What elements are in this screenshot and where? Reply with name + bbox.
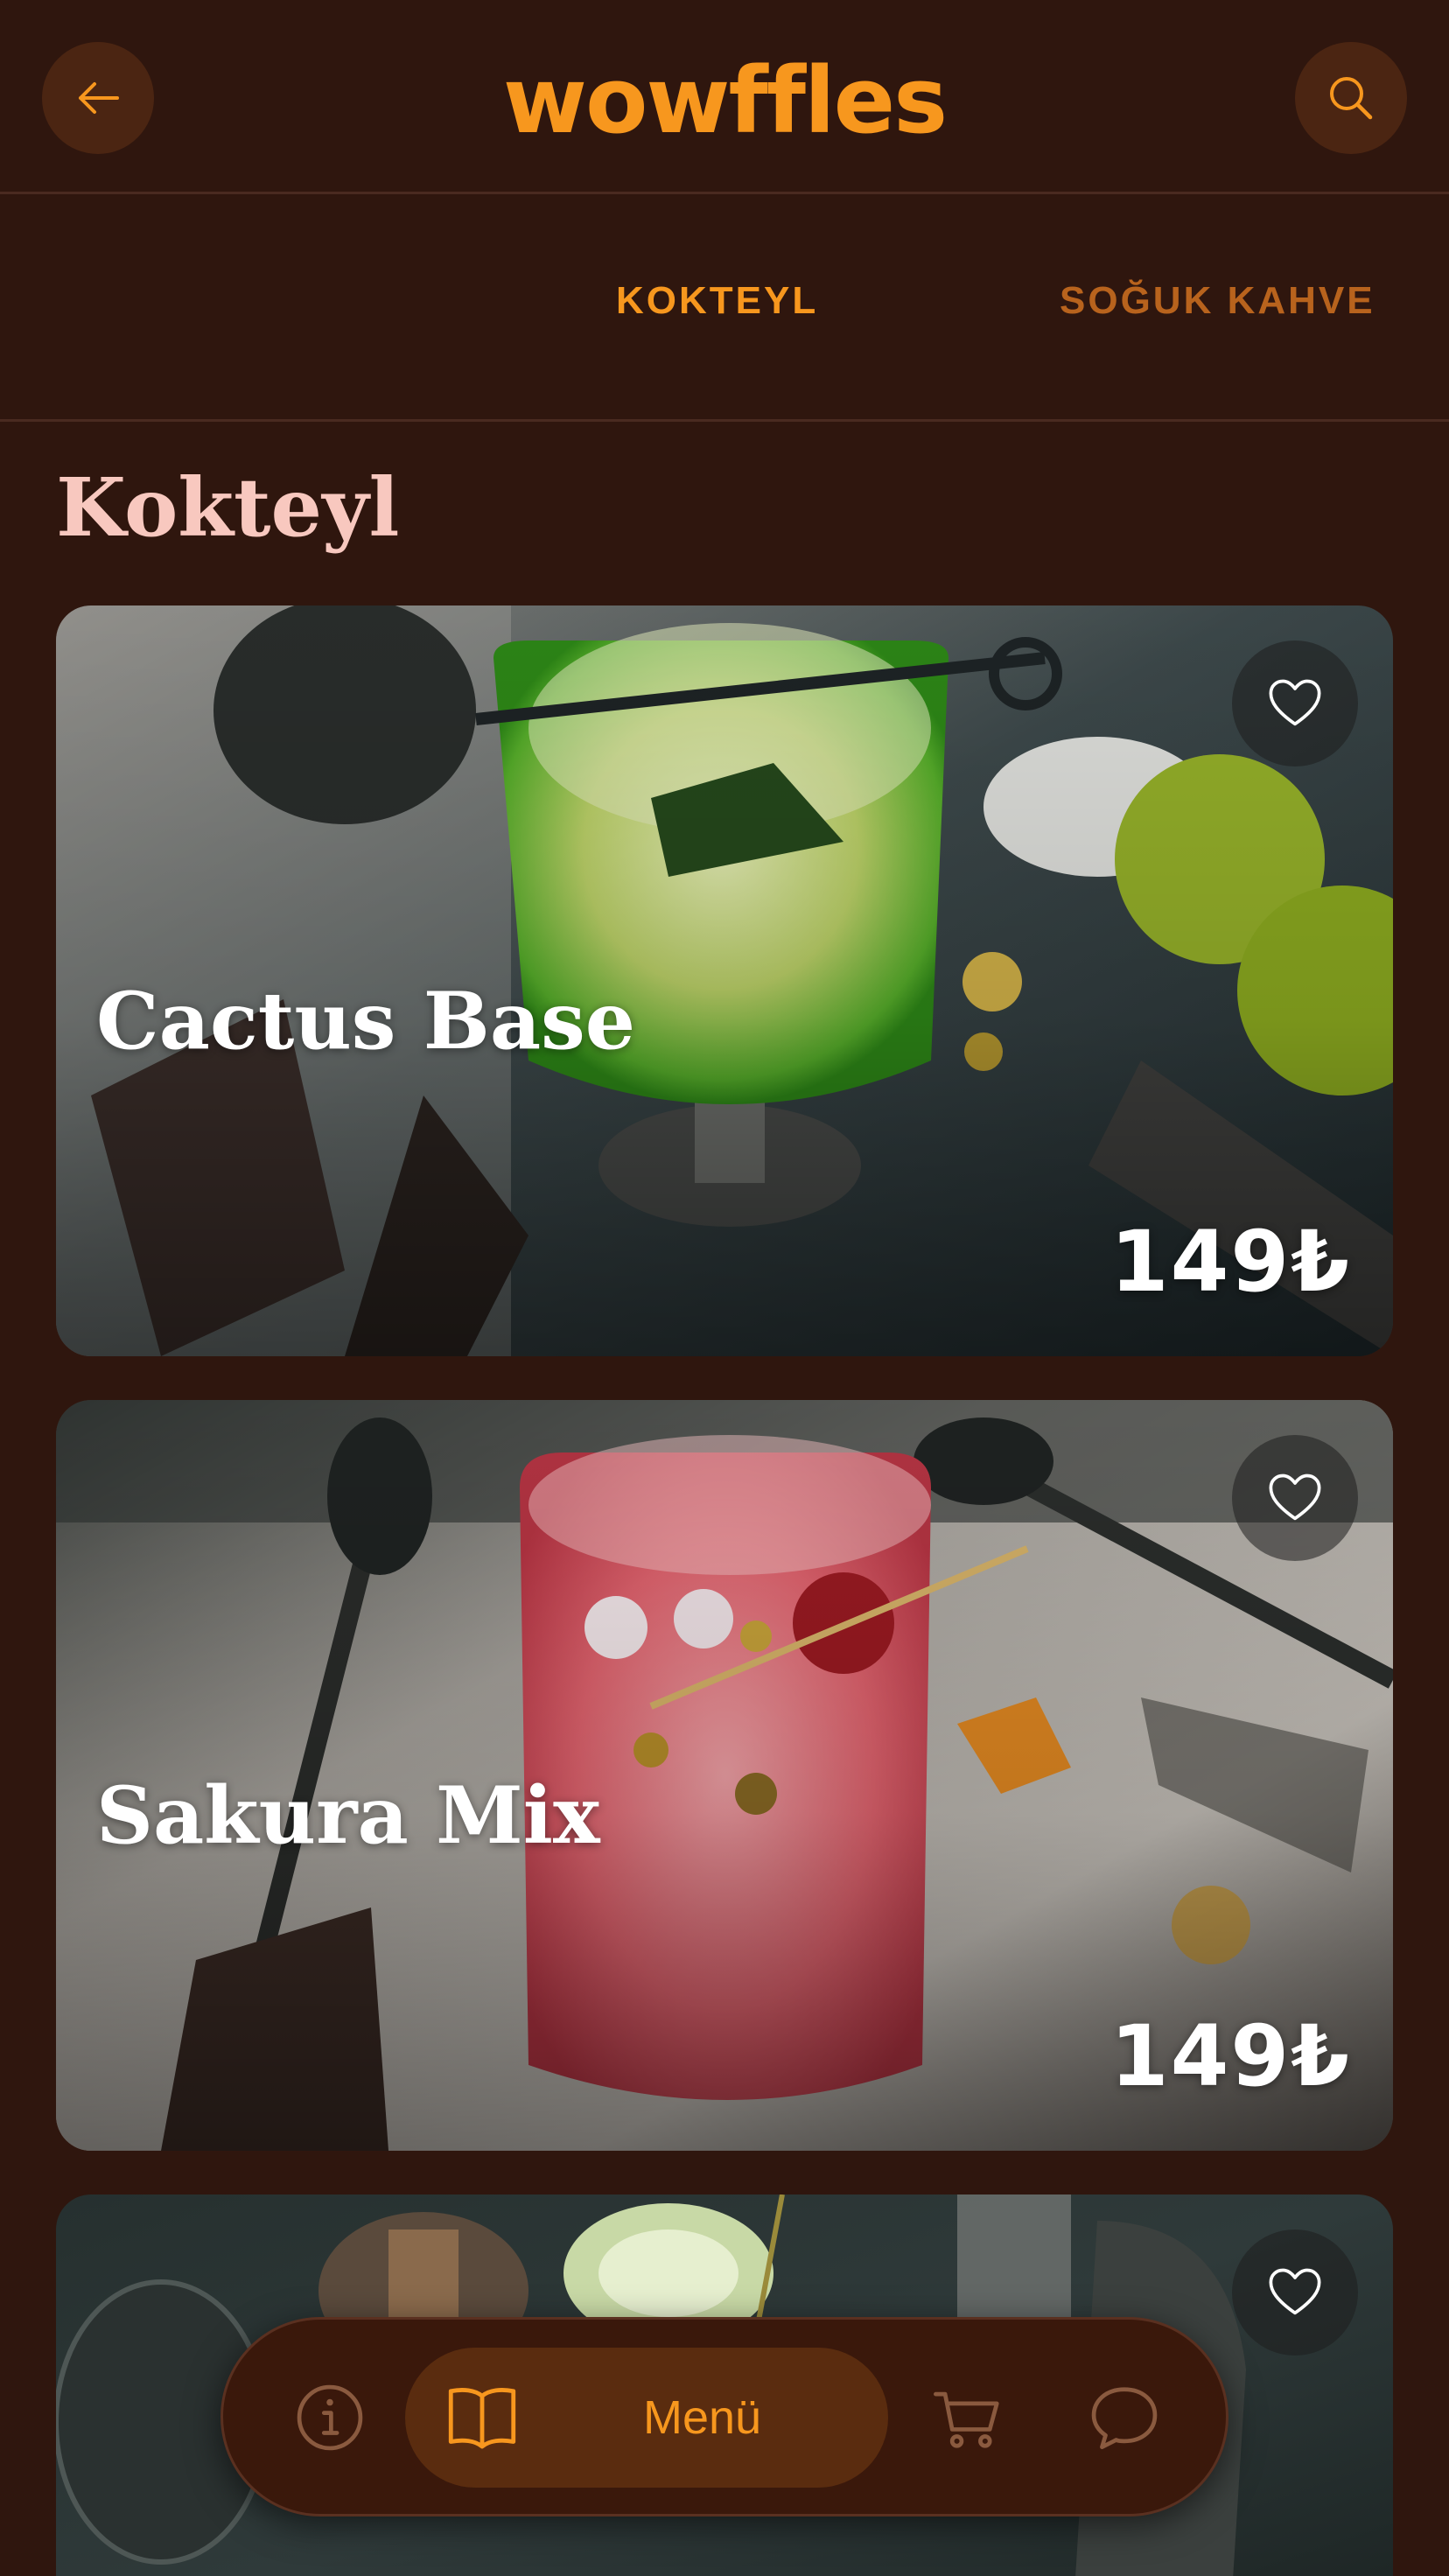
product-name: Sakura Mix	[96, 1769, 600, 1862]
nav-menu-button[interactable]: Menü	[405, 2348, 888, 2488]
book-icon	[448, 2388, 516, 2449]
bottom-navigation: Menü	[220, 2317, 1228, 2516]
section-title: Kokteyl	[56, 460, 400, 555]
product-price: 149₺	[1110, 1213, 1351, 1311]
product-card[interactable]: Sakura Mix 149₺	[56, 1400, 1393, 2151]
tab-soguk-kahve[interactable]: SOĞUK KAHVE	[1060, 273, 1376, 329]
nav-cart-button[interactable]	[923, 2372, 1014, 2463]
favorite-button[interactable]	[1232, 2230, 1358, 2356]
category-tabs: KOKTEYL SOĞUK KAHVE	[0, 194, 1449, 422]
heart-icon	[1269, 2268, 1321, 2315]
product-card[interactable]: Cactus Base 149₺	[56, 606, 1393, 1356]
tab-kokteyl[interactable]: KOKTEYL	[616, 273, 818, 329]
favorite-button[interactable]	[1232, 1435, 1358, 1561]
heart-icon	[1269, 1474, 1321, 1521]
brand-logo[interactable]: wowffles	[0, 44, 1449, 158]
heart-icon	[1269, 679, 1321, 726]
search-icon	[1330, 77, 1373, 120]
favorite-button[interactable]	[1232, 640, 1358, 766]
app-header: wowffles	[0, 0, 1449, 194]
nav-chat-button[interactable]	[1079, 2372, 1170, 2463]
chat-icon	[1091, 2387, 1158, 2449]
product-name: Cactus Base	[96, 975, 636, 1068]
cart-icon	[934, 2391, 999, 2448]
nav-menu-label: Menü	[643, 2391, 762, 2444]
info-icon	[297, 2384, 363, 2451]
menu-screen: wowffles KOKTEYL SOĞUK KAHVE Kokteyl Cac…	[0, 0, 1449, 2576]
nav-info-button[interactable]	[284, 2372, 375, 2463]
product-price: 149₺	[1110, 2007, 1351, 2105]
search-button[interactable]	[1295, 42, 1407, 154]
